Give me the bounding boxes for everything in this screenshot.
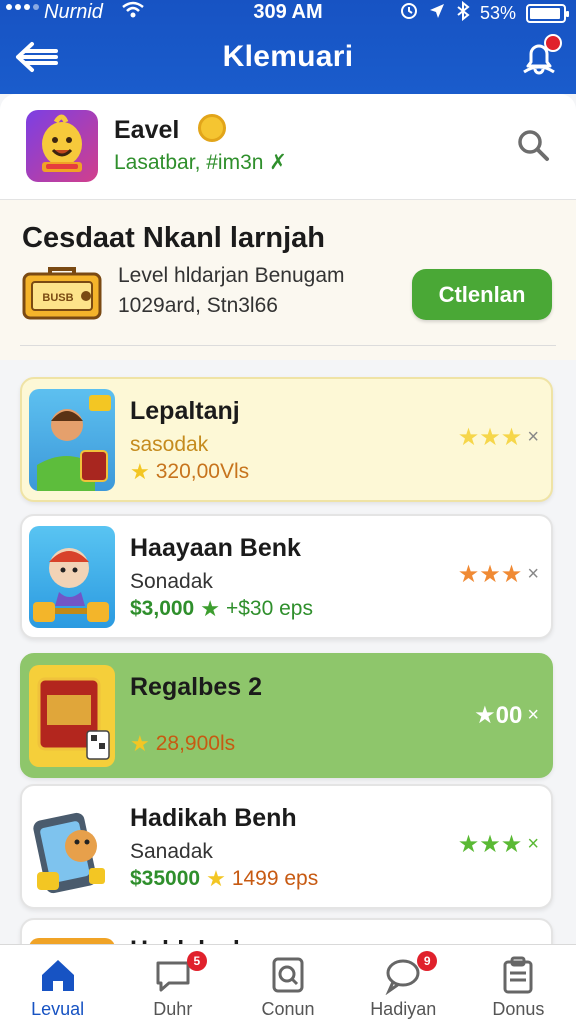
profile-check: ✗ (269, 151, 287, 174)
bluetooth-icon (456, 0, 470, 26)
tab-label: Duhr (153, 999, 193, 1019)
profile-subtitle: Lasatbar, #im3n ✗ (114, 150, 287, 175)
rating: ★★★ × (458, 423, 539, 452)
close-icon[interactable]: × (527, 833, 539, 856)
coin-icon (198, 114, 226, 142)
tab-home[interactable]: Levual (0, 945, 115, 1024)
rating: ★★★ × (458, 560, 539, 589)
status-bar: Nurnid 309 AM 53% (0, 0, 576, 26)
list-item-meta: ★ 28,900ls (130, 731, 235, 757)
list-item-meta: $3,000 ★ +$30 eps (130, 596, 313, 622)
close-icon[interactable]: × (527, 426, 539, 449)
search-document-icon (272, 957, 304, 993)
challenge-heading: Cesdaat Nkanl larnjah (22, 222, 325, 254)
tab-badge: 9 (417, 951, 438, 971)
star-icon: ★ (200, 596, 220, 621)
list-thumbnail (29, 389, 115, 491)
clipboard-icon (503, 956, 533, 994)
close-icon[interactable]: × (527, 704, 539, 727)
list-item-meta-b: 28,900ls (155, 732, 236, 755)
rating: ★00 × (474, 701, 539, 730)
bonus-badge-icon (37, 677, 110, 760)
tab-bonus[interactable]: Donus (461, 945, 576, 1024)
tab-rewards[interactable]: 9 Hadiyan (346, 945, 461, 1024)
list-item[interactable]: Haayaan Benk Sonadak $3,000 ★ +$30 eps ★… (20, 514, 553, 639)
status-right: 53% (400, 0, 569, 26)
battery-icon (526, 4, 569, 23)
list-item-title: Regalbes 2 (130, 673, 263, 701)
star-icon: ★ (206, 866, 226, 891)
challenge-section: Cesdaat Nkanl larnjah BUSB Level hldarja… (0, 200, 576, 360)
list-item-meta-a: $35000 (130, 867, 201, 890)
home-icon (41, 960, 74, 991)
list-item-meta: ★ 320,00Vls (130, 459, 249, 485)
briefcase-icon: BUSB (22, 266, 102, 320)
list-item-meta: $35000 ★ 1499 eps (130, 866, 318, 892)
tab-messages[interactable]: 5 Duhr (115, 945, 230, 1024)
challenge-line2: 1029ard, Stn3l66 (118, 294, 278, 317)
tab-label: Hadiyan (370, 999, 437, 1019)
app-screen: Nurnid 309 AM 53% Klemuari Eavel Lasatba… (0, 0, 576, 1024)
search-icon (518, 130, 549, 161)
challenge-button[interactable]: Ctlenlan (412, 269, 552, 320)
tab-label: Donus (492, 999, 545, 1019)
list-item[interactable]: Regalbes 2 ★ 28,900ls ★00 × (20, 653, 553, 778)
rating-stars: ★00 (474, 702, 523, 729)
close-icon[interactable]: × (527, 563, 539, 586)
list-item-meta-b: 320,00Vls (155, 460, 250, 483)
rating: ★★★ × (458, 830, 539, 859)
list-item[interactable]: Lepaltanj sasodak ★ 320,00Vls ★★★ × (20, 377, 553, 502)
rating-stars: ★★★ (457, 424, 523, 451)
list-item-subtitle: Sonadak (130, 570, 213, 593)
tab-label: Levual (31, 999, 85, 1019)
phone-mascot-icon (33, 812, 105, 894)
search-button[interactable] (516, 128, 550, 162)
profile-card: Eavel Lasatbar, #im3n ✗ (0, 94, 576, 200)
star-icon: ★ (130, 459, 150, 484)
list-item-title: Haayaan Benk (130, 534, 301, 562)
tab-badge: 5 (186, 951, 207, 971)
challenge-line1: Level hldarjan Benugam (118, 264, 345, 287)
person-icon (37, 395, 111, 491)
top-bar: Nurnid 309 AM 53% Klemuari (0, 0, 576, 94)
rating-stars: ★★★ (457, 831, 523, 858)
tab-bar: Levual 5 Duhr Conun 9 Hadiyan Donus (0, 944, 576, 1024)
rating-stars: ★★★ (457, 561, 523, 588)
list-thumbnail (29, 796, 115, 898)
divider (20, 345, 556, 346)
profile-subtitle-text: Lasatbar, #im3n (114, 151, 264, 174)
mascot-icon (42, 114, 82, 172)
alarm-icon (400, 2, 418, 25)
list-item-meta-b: +$30 eps (225, 597, 313, 620)
profile-name: Eavel (114, 116, 180, 144)
battery-percent: 53% (479, 3, 516, 23)
notification-dot (544, 34, 562, 52)
list-item-meta-b: 1499 eps (231, 867, 319, 890)
list-item-subtitle: Sanadak (130, 840, 213, 863)
location-icon (428, 2, 446, 25)
briefcase-label: BUSB (42, 292, 73, 304)
tab-label: Conun (261, 999, 315, 1019)
list-item-title: Lepaltanj (130, 397, 240, 425)
star-icon: ★ (130, 731, 150, 756)
list-item-title: Hadikah Benh (130, 804, 297, 832)
tab-search[interactable]: Conun (230, 945, 345, 1024)
list-thumbnail (29, 526, 115, 628)
list-thumbnail (29, 665, 115, 767)
page-title: Klemuari (222, 40, 354, 73)
list-item-meta-a: $3,000 (130, 597, 195, 620)
notifications-button[interactable] (520, 34, 562, 76)
cartoon-character-icon (33, 548, 109, 622)
list-item-subtitle: sasodak (130, 433, 209, 456)
list-item[interactable]: Hadikah Benh Sanadak $35000 ★ 1499 eps ★… (20, 784, 553, 909)
avatar[interactable] (26, 110, 98, 182)
